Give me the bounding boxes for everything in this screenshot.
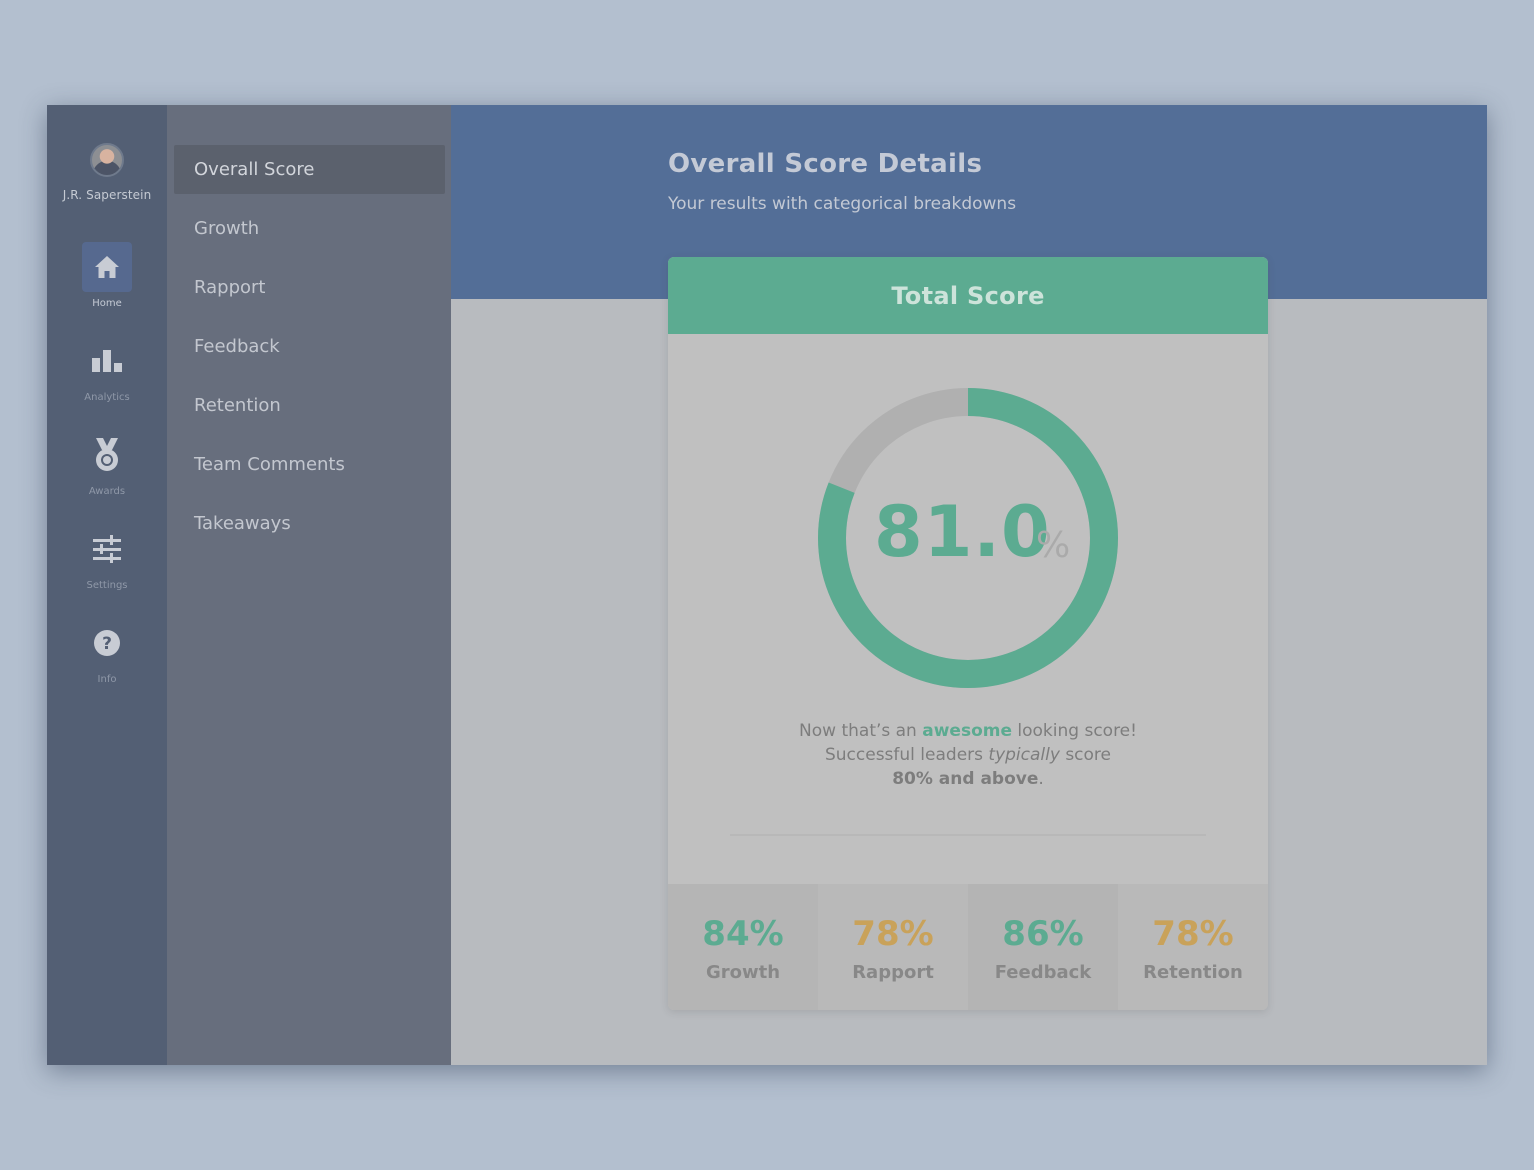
rail-item-awards[interactable]: Awards <box>47 430 167 497</box>
score-message: Now that’s an awesome looking score! Suc… <box>799 721 1137 789</box>
total-score-card: Total Score 81.0 % Now that’s an awesome… <box>668 257 1268 1010</box>
user-name: J.R. Saperstein <box>62 188 152 202</box>
menu-item-growth[interactable]: Growth <box>174 204 445 253</box>
card-title: Total Score <box>668 257 1268 334</box>
stat-feedback[interactable]: 86% Feedback <box>968 884 1118 1010</box>
divider <box>730 834 1206 836</box>
rail-label-info: Info <box>97 674 117 685</box>
rail-item-analytics[interactable]: Analytics <box>47 336 167 403</box>
score-unit: % <box>1036 525 1071 566</box>
page-title: Overall Score Details <box>668 149 983 179</box>
stat-retention[interactable]: 78% Retention <box>1118 884 1268 1010</box>
stat-value: 78% <box>852 914 934 954</box>
stat-label: Rapport <box>852 962 934 983</box>
stat-growth[interactable]: 84% Growth <box>668 884 818 1010</box>
message-accent: awesome <box>922 721 1012 741</box>
menu-item-feedback[interactable]: Feedback <box>174 322 445 371</box>
app-window: J.R. Saperstein Home Analytics Awards Se… <box>47 105 1487 1065</box>
stat-value: 78% <box>1152 914 1234 954</box>
avatar[interactable] <box>90 143 124 177</box>
help-icon: ? <box>82 618 132 668</box>
section-menu: Overall Score Growth Rapport Feedback Re… <box>167 105 451 1065</box>
medal-icon <box>82 430 132 480</box>
main-content: Overall Score Details Your results with … <box>451 105 1487 1065</box>
menu-item-retention[interactable]: Retention <box>174 381 445 430</box>
stat-label: Growth <box>705 962 781 983</box>
menu-item-team-comments[interactable]: Team Comments <box>174 440 445 489</box>
stat-rapport[interactable]: 78% Rapport <box>818 884 968 1010</box>
bar-chart-icon <box>82 336 132 386</box>
menu-item-rapport[interactable]: Rapport <box>174 263 445 312</box>
svg-text:?: ? <box>102 634 112 654</box>
home-icon <box>82 242 132 292</box>
score-gauge: 81.0 % <box>817 387 1119 689</box>
sliders-icon <box>82 524 132 574</box>
menu-item-takeaways[interactable]: Takeaways <box>174 499 445 548</box>
stat-value: 84% <box>702 914 784 954</box>
rail-label-analytics: Analytics <box>84 392 130 403</box>
rail-label-home: Home <box>92 298 122 309</box>
score-value: 81.0 <box>874 491 1051 573</box>
stat-label: Retention <box>1143 962 1243 983</box>
rail-item-settings[interactable]: Settings <box>47 524 167 591</box>
rail-item-home[interactable]: Home <box>47 242 167 309</box>
category-stats: 84% Growth 78% Rapport 86% Feedback 78% … <box>668 884 1268 1010</box>
menu-item-overall-score[interactable]: Overall Score <box>174 145 445 194</box>
icon-rail: J.R. Saperstein Home Analytics Awards Se… <box>47 105 167 1065</box>
rail-label-awards: Awards <box>88 486 126 497</box>
rail-item-info[interactable]: ? Info <box>47 618 167 685</box>
stat-value: 86% <box>1002 914 1084 954</box>
rail-label-settings: Settings <box>86 580 128 591</box>
stat-label: Feedback <box>994 962 1092 983</box>
page-subtitle: Your results with categorical breakdowns <box>668 194 1017 214</box>
